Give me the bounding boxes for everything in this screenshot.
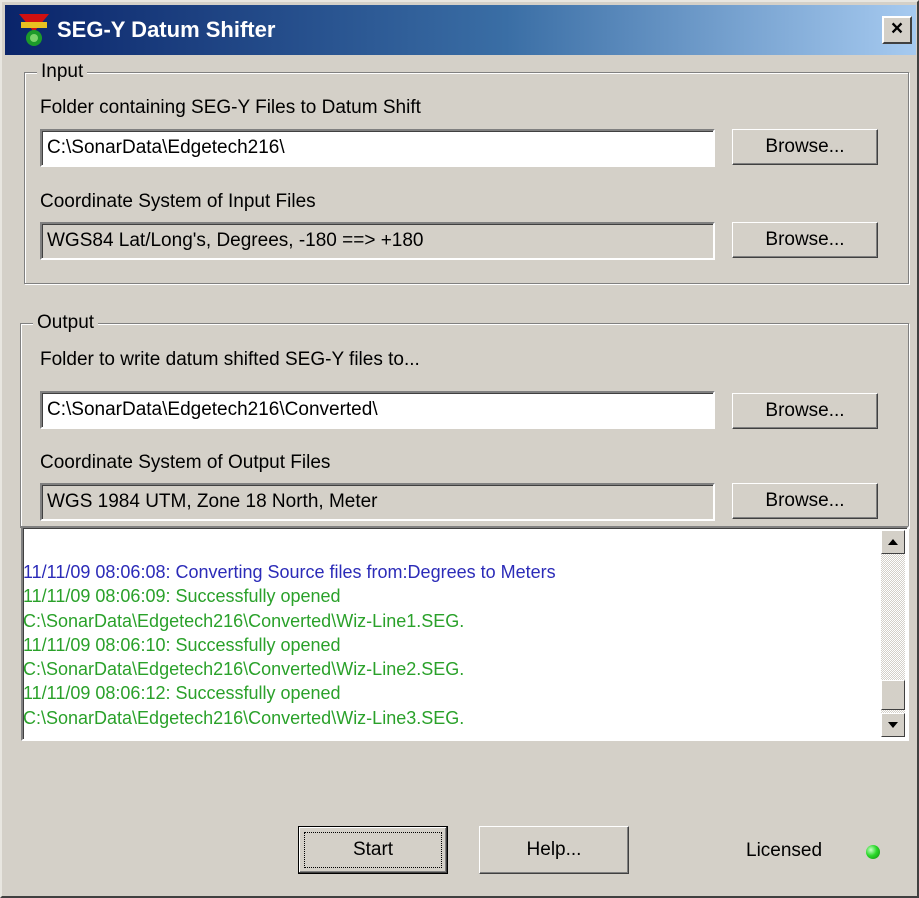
license-status-indicator — [866, 845, 880, 859]
input-folder-browse-button[interactable]: Browse... — [732, 129, 878, 165]
licensed-label: Licensed — [746, 840, 823, 861]
input-folder-label: Folder containing SEG-Y Files to Datum S… — [40, 97, 421, 118]
start-button-label: Start — [352, 839, 394, 860]
output-folder-browse-button[interactable]: Browse... — [732, 393, 878, 429]
log-line: C:\SonarData\Edgetech216\Converted\Wiz-L… — [23, 707, 465, 728]
output-group-legend: Output — [33, 311, 99, 335]
log-scrollbar[interactable] — [881, 530, 905, 737]
title-bar[interactable]: SEG-Y Datum Shifter × — [5, 5, 916, 55]
close-icon: × — [890, 17, 904, 40]
dialog-window: SEG-Y Datum Shifter × Input Folder conta… — [0, 0, 919, 898]
output-folder-label: Folder to write datum shifted SEG-Y file… — [40, 349, 420, 370]
log-line: C:\SonarData\Edgetech216\Converted\Wiz-L… — [23, 659, 465, 680]
close-button[interactable]: × — [882, 16, 912, 44]
log-panel[interactable]: 11/11/09 08:06:08: Converting Source fil… — [21, 526, 909, 741]
scroll-thumb[interactable] — [881, 680, 905, 710]
input-group-legend: Input — [37, 60, 88, 84]
scroll-down-button[interactable] — [881, 713, 905, 737]
input-cs-label: Coordinate System of Input Files — [40, 191, 316, 212]
log-lines: 11/11/09 08:06:08: Converting Source fil… — [23, 560, 881, 730]
log-line: 11/11/09 08:06:10: Successfully opened — [23, 634, 341, 655]
start-button[interactable]: Start — [298, 826, 448, 874]
output-folder-field[interactable] — [40, 391, 715, 429]
log-line: 11/11/09 08:06:09: Successfully opened — [23, 586, 341, 607]
log-line: 11/11/09 08:06:12: Successfully opened — [23, 683, 341, 704]
output-cs-field — [40, 483, 715, 521]
scroll-up-button[interactable] — [881, 530, 905, 554]
input-cs-field — [40, 222, 715, 260]
input-cs-browse-button[interactable]: Browse... — [732, 222, 878, 258]
help-button[interactable]: Help... — [479, 826, 629, 874]
output-cs-browse-button[interactable]: Browse... — [732, 483, 878, 519]
arrow-up-icon — [888, 539, 898, 545]
log-line: 11/11/09 08:06:08: Converting Source fil… — [23, 562, 556, 582]
window-title: SEG-Y Datum Shifter — [57, 17, 276, 42]
arrow-down-icon — [888, 722, 898, 728]
output-cs-label: Coordinate System of Output Files — [40, 452, 331, 473]
input-folder-field[interactable] — [40, 129, 715, 167]
app-logo-icon — [19, 14, 49, 46]
log-line: C:\SonarData\Edgetech216\Converted\Wiz-L… — [23, 610, 465, 631]
